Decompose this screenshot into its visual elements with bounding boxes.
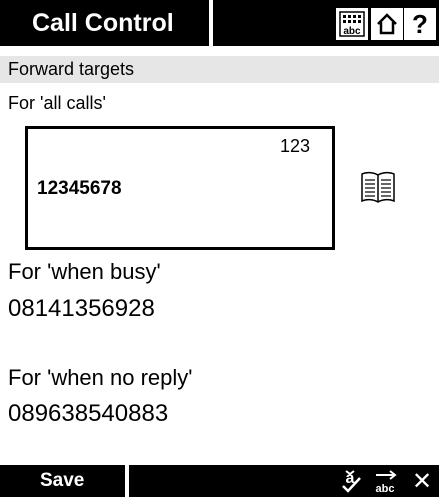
home-icon[interactable] — [371, 8, 403, 40]
when-busy-label: For 'when busy' — [8, 259, 161, 284]
softkey-divider — [125, 465, 129, 497]
close-icon[interactable]: ✕ — [407, 466, 437, 496]
when-no-reply-label: For 'when no reply' — [8, 365, 193, 390]
help-icon[interactable]: ? — [404, 8, 436, 40]
section-header: Forward targets — [0, 56, 439, 83]
phonebook-icon[interactable] — [360, 170, 396, 204]
svg-text:abc: abc — [343, 26, 361, 37]
when-no-reply-value[interactable]: 089638540883 — [8, 399, 168, 429]
input-mode-indicator: 123 — [279, 136, 310, 156]
spellcheck-icon[interactable]: a — [336, 466, 366, 496]
when-busy-value[interactable]: 08141356928 — [8, 294, 155, 324]
call-control-screen: Call Control abc ? Forward targets For '… — [0, 0, 439, 497]
page-title: Call Control — [20, 0, 206, 46]
svg-text:abc: abc — [376, 483, 395, 495]
title-divider — [209, 0, 213, 46]
all-calls-input[interactable]: 123 12345678 — [25, 126, 335, 250]
all-calls-label: For 'all calls' — [8, 93, 106, 113]
keyboard-abc-icon[interactable]: abc — [336, 8, 368, 40]
abc-arrow-icon[interactable]: abc — [371, 466, 401, 496]
save-button[interactable]: Save — [0, 465, 124, 497]
all-calls-value: 12345678 — [37, 178, 122, 199]
